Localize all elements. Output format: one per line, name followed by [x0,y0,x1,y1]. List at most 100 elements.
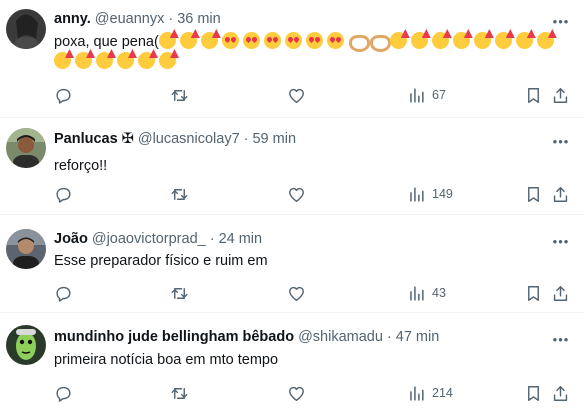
share-button[interactable] [551,383,570,403]
timestamp[interactable]: 59 min [252,131,296,147]
timestamp[interactable]: 36 min [177,11,221,27]
tweet-text: reforço!! [54,158,108,174]
tweet-actions: 149 [54,184,574,204]
heart-icon [289,88,304,103]
reply-icon [56,88,71,104]
tweet[interactable]: mundinho jude bellingham bêbado @shikama… [0,313,584,413]
timestamp[interactable]: 47 min [396,329,440,345]
views-button[interactable]: 149 [407,184,453,204]
like-button[interactable] [287,283,306,303]
view-count: 43 [432,286,446,300]
party-emoji-icon [117,52,134,69]
more-horizontal-icon[interactable]: ••• [552,12,570,30]
more-horizontal-icon[interactable]: ••• [552,330,570,348]
tweet-actions: 67 [54,85,574,105]
user-handle[interactable]: @shikamadu [298,329,383,345]
share-icon [553,87,568,103]
share-button[interactable] [551,184,570,204]
display-name[interactable]: Panlucas ✠ [54,131,134,147]
retweet-icon [171,387,188,399]
view-count: 67 [432,88,446,102]
tweet[interactable]: anny. @euannyx · 36 min ••• poxa, que pe… [0,0,584,118]
reply-button[interactable] [54,383,73,403]
avatar[interactable] [6,9,46,49]
bookmark-icon [528,385,539,401]
reply-icon [56,386,71,402]
reply-button[interactable] [54,85,73,105]
bookmark-button[interactable] [524,383,543,403]
views-chart-icon [410,87,424,103]
separator-dot: · [209,231,215,247]
user-handle[interactable]: @joaovictorprad_ [92,231,206,247]
retweet-button[interactable] [170,383,189,403]
tweet[interactable]: Panlucas ✠ @lucasnicolay7 · 59 min ••• r… [0,118,584,215]
reply-feed: anny. @euannyx · 36 min ••• poxa, que pe… [0,0,584,413]
views-button[interactable]: 67 [407,85,446,105]
views-chart-icon [410,385,424,401]
more-horizontal-icon[interactable]: ••• [552,232,570,250]
like-button[interactable] [287,85,306,105]
reply-button[interactable] [54,283,73,303]
party-emoji-icon [138,52,155,69]
separator-dot: · [386,329,392,345]
tweet-text: primeira notícia boa em mto tempo [54,352,279,368]
user-handle[interactable]: @lucasnicolay7 [138,131,240,147]
retweet-button[interactable] [170,283,189,303]
heart-emoji-icon [284,32,302,49]
display-name[interactable]: anny. [54,11,91,27]
more-horizontal-icon[interactable]: ••• [552,132,570,150]
share-icon [553,186,568,202]
tweet-text: Esse preparador físico e ruim em [54,253,268,269]
party-emoji-icon [200,32,218,49]
party-emoji-icon [515,32,533,49]
reply-icon [56,286,71,302]
share-button[interactable] [551,283,570,303]
separator-dot: · [168,11,174,27]
party-emoji-icon [389,32,407,49]
avatar[interactable] [6,325,46,365]
party-emoji-icon [473,32,491,49]
party-emoji-icon [96,52,113,69]
like-button[interactable] [287,184,306,204]
tweet-header: Panlucas ✠ @lucasnicolay7 · 59 min [54,131,296,147]
tweet-header: João @joaovictorprad_ · 24 min [54,231,262,247]
share-button[interactable] [551,85,570,105]
avatar[interactable] [6,229,46,269]
heart-emoji-icon [242,32,260,49]
party-emoji-icon [158,32,176,49]
share-icon [553,385,568,401]
views-button[interactable]: 214 [407,383,453,403]
bookmark-button[interactable] [524,85,543,105]
like-button[interactable] [287,383,306,403]
tweet-actions: 43 [54,283,574,303]
party-emoji-icon [410,32,428,49]
avatar[interactable] [6,128,46,168]
retweet-icon [171,89,188,101]
heart-emoji-icon [305,32,323,49]
party-emoji-icon [75,52,92,69]
view-count: 214 [432,386,453,400]
retweet-icon [171,188,188,200]
timestamp[interactable]: 24 min [219,231,263,247]
bookmark-button[interactable] [524,184,543,204]
party-emoji-icon [494,32,512,49]
reply-button[interactable] [54,184,73,204]
retweet-button[interactable] [170,184,189,204]
user-handle[interactable]: @euannyx [95,11,165,27]
tweet[interactable]: João @joaovictorprad_ · 24 min ••• Esse … [0,215,584,313]
party-emoji-icon [536,32,554,49]
party-emoji-icon [431,32,449,49]
bookmark-button[interactable] [524,283,543,303]
heart-icon [289,286,304,301]
display-name[interactable]: João [54,231,88,247]
bookmark-icon [528,87,539,103]
display-name[interactable]: mundinho jude bellingham bêbado [54,329,294,345]
party-emoji-icon [179,32,197,49]
views-chart-icon [410,186,424,202]
retweet-button[interactable] [170,85,189,105]
tweet-header: mundinho jude bellingham bêbado @shikama… [54,329,439,345]
tweet-header: anny. @euannyx · 36 min [54,11,221,27]
views-chart-icon [410,285,424,301]
views-button[interactable]: 43 [407,283,446,303]
reply-icon [56,187,71,203]
